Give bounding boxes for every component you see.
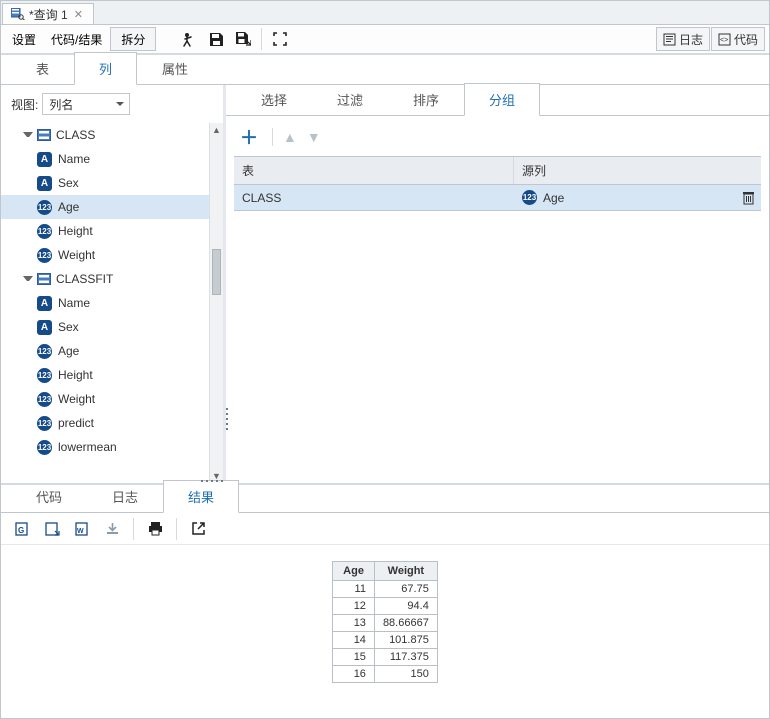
tab-attributes[interactable]: 属性 — [137, 52, 213, 84]
subtab-filter[interactable]: 过滤 — [312, 83, 388, 115]
grid-row[interactable]: CLASS123Age — [234, 185, 761, 211]
bottom-toolbar: G W — [1, 513, 769, 545]
close-icon[interactable]: ✕ — [72, 8, 85, 21]
tree-column[interactable]: ASex — [1, 315, 209, 339]
app-window: *查询 1 ✕ 设置 代码/结果 拆分 日志 <> 代码 — [0, 0, 770, 719]
num-type-icon: 123 — [37, 440, 52, 455]
sidebar: 视图: 列名 CLASSANameASex123Age123Height123W… — [1, 85, 226, 483]
tree-column[interactable]: 123predict — [1, 411, 209, 435]
view-select[interactable]: 列名 — [42, 93, 130, 115]
num-type-icon: 123 — [37, 344, 52, 359]
view-label: 视图: — [11, 96, 38, 113]
tree-column[interactable]: 123Height — [1, 363, 209, 387]
table-row: 16150 — [333, 666, 438, 683]
move-down-icon: ▼ — [307, 129, 321, 145]
num-type-icon: 123 — [37, 368, 52, 383]
subtab-select[interactable]: 选择 — [236, 83, 312, 115]
bottom-splitter[interactable] — [201, 480, 223, 482]
tree-column[interactable]: 123Age — [1, 339, 209, 363]
svg-text:<>: <> — [720, 37, 728, 44]
tree-column[interactable]: 123Height — [1, 219, 209, 243]
result-table: AgeWeight1167.751294.41388.6666714101.87… — [332, 561, 438, 683]
query-icon — [11, 8, 25, 20]
tree-table[interactable]: CLASS — [1, 123, 209, 147]
grid-head-table: 表 — [234, 157, 514, 184]
disclosure-icon[interactable] — [23, 132, 33, 142]
group-grid: 表 源列 CLASS123Age — [234, 156, 761, 211]
char-type-icon: A — [37, 296, 52, 311]
settings-button[interactable]: 设置 — [5, 27, 43, 51]
download-icon[interactable] — [99, 517, 125, 541]
delete-icon[interactable] — [735, 191, 761, 205]
main-split: 视图: 列名 CLASSANameASex123Age123Height123W… — [1, 85, 769, 483]
group-actions: ＋ ▲ ▼ — [234, 122, 761, 156]
char-type-icon: A — [37, 176, 52, 191]
top-tabs: 表 列 属性 — [1, 55, 769, 85]
log-button[interactable]: 日志 — [656, 27, 710, 51]
bottom-tabs: 代码 日志 结果 — [1, 485, 769, 513]
separator — [261, 28, 262, 50]
tree-table[interactable]: CLASSFIT — [1, 267, 209, 291]
window-tabs: *查询 1 ✕ — [1, 1, 769, 25]
column-tree: CLASSANameASex123Age123Height123WeightCL… — [1, 123, 209, 483]
save-icon[interactable] — [203, 27, 229, 51]
window-tab-query1[interactable]: *查询 1 ✕ — [2, 3, 94, 24]
num-type-icon: 123 — [37, 200, 52, 215]
char-type-icon: A — [37, 152, 52, 167]
split-button[interactable]: 拆分 — [110, 27, 156, 51]
popout-icon[interactable] — [185, 517, 211, 541]
svg-text:W: W — [77, 528, 84, 535]
scrollbar[interactable]: ▲ ▼ — [209, 123, 223, 483]
num-type-icon: 123 — [37, 416, 52, 431]
tree-column[interactable]: 123Weight — [1, 243, 209, 267]
subtab-group[interactable]: 分组 — [464, 83, 540, 116]
window-tab-title: *查询 1 — [29, 6, 68, 23]
tab-columns[interactable]: 列 — [74, 52, 137, 85]
table-row: 15117.375 — [333, 649, 438, 666]
btab-log[interactable]: 日志 — [87, 480, 163, 512]
sub-tabs: 选择 过滤 排序 分组 — [226, 86, 769, 116]
svg-text:G: G — [18, 526, 24, 535]
move-up-icon: ▲ — [283, 129, 297, 145]
grid-head-source: 源列 — [514, 157, 761, 184]
num-type-icon: 123 — [37, 224, 52, 239]
table-icon — [37, 273, 51, 285]
disclosure-icon[interactable] — [23, 276, 33, 286]
tree-column[interactable]: 123Weight — [1, 387, 209, 411]
export-pdf-icon[interactable] — [39, 517, 65, 541]
btab-code[interactable]: 代码 — [11, 480, 87, 512]
code-result-button[interactable]: 代码/结果 — [44, 27, 109, 51]
bottom-panel: 代码 日志 结果 G W AgeWeight1167.751294.41388.… — [1, 483, 769, 718]
table-row: 1167.75 — [333, 581, 438, 598]
tree-column[interactable]: 123Age — [1, 195, 209, 219]
scrollbar-thumb[interactable] — [212, 249, 221, 295]
num-type-icon: 123 — [522, 190, 537, 205]
table-row: 1294.4 — [333, 598, 438, 615]
add-icon[interactable]: ＋ — [236, 124, 262, 150]
run-icon[interactable] — [176, 27, 202, 51]
tree-column[interactable]: ASex — [1, 171, 209, 195]
char-type-icon: A — [37, 320, 52, 335]
tree-column[interactable]: AName — [1, 147, 209, 171]
num-type-icon: 123 — [37, 248, 52, 263]
export-rtf-icon[interactable]: W — [69, 517, 95, 541]
code-button[interactable]: <> 代码 — [711, 27, 765, 51]
btab-result[interactable]: 结果 — [163, 480, 239, 513]
tab-table[interactable]: 表 — [11, 52, 74, 84]
export-html-icon[interactable]: G — [9, 517, 35, 541]
splitter-handle[interactable] — [224, 407, 229, 431]
toolbar: 设置 代码/结果 拆分 日志 <> 代码 — [1, 25, 769, 55]
subtab-sort[interactable]: 排序 — [388, 83, 464, 115]
tree-column[interactable]: 123lowermean — [1, 435, 209, 459]
result-content: AgeWeight1167.751294.41388.6666714101.87… — [1, 545, 769, 718]
print-icon[interactable] — [142, 517, 168, 541]
num-type-icon: 123 — [37, 392, 52, 407]
content: 选择 过滤 排序 分组 ＋ ▲ ▼ 表 源列 CLASS123Age — [226, 85, 769, 483]
save-as-icon[interactable] — [230, 27, 256, 51]
fullscreen-icon[interactable] — [267, 27, 293, 51]
table-row: 1388.66667 — [333, 615, 438, 632]
tree-column[interactable]: AName — [1, 291, 209, 315]
table-row: 14101.875 — [333, 632, 438, 649]
table-icon — [37, 129, 51, 141]
